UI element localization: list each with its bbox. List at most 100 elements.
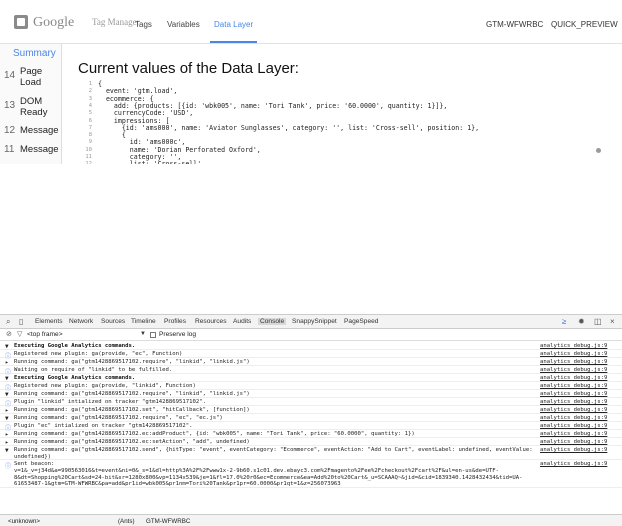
frame-selector[interactable]: <top frame>: [27, 331, 63, 338]
sidebar-item-message[interactable]: 12 Message: [0, 125, 62, 139]
gtm-top-bar: Google Tag Manager Tags Variables Data L…: [0, 0, 622, 44]
source-link[interactable]: analytics_debug.js:9: [540, 399, 607, 405]
quick-preview-link[interactable]: QUICK_PREVIEW: [551, 20, 618, 29]
preserve-log-label: Preserve log: [159, 331, 197, 338]
console-row[interactable]: ⓘ Plugin "ec" intialized on tracker "gtm1…: [0, 422, 622, 432]
event-sidebar: Summary 14 Page Load 13 DOM Ready 12 Mes…: [0, 44, 62, 164]
console-row[interactable]: ▼ Executing Google Analytics commands. ana…: [0, 342, 622, 350]
console-row[interactable]: ▸ Running command: ga("gtm1428869517102.e…: [0, 438, 622, 446]
sidebar-item-summary[interactable]: Summary: [13, 48, 56, 59]
product-name: Tag Manager: [92, 17, 140, 27]
console-message: Executing Google Analytics commands.: [14, 343, 136, 349]
console-row[interactable]: ⓘ Waiting on require of "linkid" to be fu…: [0, 366, 622, 376]
source-link[interactable]: analytics_debug.js:9: [540, 461, 607, 467]
console-message: Running command: ga("gtm1428869517102.ec…: [14, 431, 415, 437]
expand-arrow-icon[interactable]: ▼: [5, 415, 9, 422]
tab-sources[interactable]: Sources: [101, 318, 125, 325]
event-number: 14: [4, 70, 16, 81]
tab-timeline[interactable]: Timeline: [131, 318, 156, 325]
source-link[interactable]: analytics_debug.js:9: [540, 423, 607, 429]
console-message: Running command: ga("gtm1428869517102.se…: [14, 447, 533, 460]
tab-variables[interactable]: Variables: [167, 20, 200, 29]
tab-pagespeed[interactable]: PageSpeed: [344, 318, 378, 325]
console-filter-bar: ⊘ ▽ <top frame> ▼ Preserve log: [0, 329, 622, 341]
expand-arrow-icon[interactable]: ▼: [5, 447, 9, 454]
sidebar-item-dom-ready[interactable]: 13 DOM Ready: [0, 96, 62, 120]
expand-arrow-icon[interactable]: ▸: [5, 439, 9, 446]
tab-profiles[interactable]: Profiles: [164, 318, 186, 325]
expand-arrow-icon[interactable]: ▸: [5, 431, 9, 438]
source-link[interactable]: analytics_debug.js:9: [540, 391, 607, 397]
console-message: Sent beacon:: [14, 461, 55, 467]
device-mode-icon[interactable]: ▯: [19, 317, 23, 326]
tab-data-layer[interactable]: Data Layer: [209, 20, 258, 43]
line-number: 12: [82, 160, 92, 164]
source-link[interactable]: analytics_debug.js:9: [540, 439, 607, 445]
console-row[interactable]: ▸ Running command: ga("gtm1428869517102.e…: [0, 430, 622, 438]
tab-network[interactable]: Network: [69, 318, 93, 325]
code-text: {id: 'ams000', name: 'Aviator Sunglasses…: [98, 123, 480, 132]
console-row[interactable]: ⓘ Sent beacon: v=1&_v=j34d&a=990563016&t=e…: [0, 460, 622, 488]
tab-snappysnippet[interactable]: SnappySnippet: [292, 318, 337, 325]
console-row[interactable]: ▸ Running command: ga("gtm1428869517102.s…: [0, 406, 622, 414]
gtm-preview-panel: Google Tag Manager Tags Variables Data L…: [0, 0, 622, 164]
source-link[interactable]: analytics_debug.js:9: [540, 351, 607, 357]
expand-arrow-icon[interactable]: ▼: [5, 375, 9, 382]
console-row[interactable]: ▼ Executing Google Analytics commands. ana…: [0, 374, 622, 382]
source-link[interactable]: analytics_debug.js:9: [540, 383, 607, 389]
console-row[interactable]: ⓘ Registered new plugin: ga(provide, "ec"…: [0, 350, 622, 360]
context-selector[interactable]: <unknown>: [8, 518, 40, 525]
console-row[interactable]: ▸ Running command: ga("gtm1428869517102.r…: [0, 358, 622, 366]
brand-name: Google: [33, 15, 75, 30]
console-row[interactable]: ▼ Running command: ga("gtm1428869517102.r…: [0, 390, 622, 398]
console-row[interactable]: ▼ Running command: ga("gtm1428869517102.s…: [0, 446, 622, 460]
source-link[interactable]: analytics_debug.js:9: [540, 343, 607, 349]
code-text: list: 'Cross-sell',: [98, 160, 205, 164]
event-label: DOM Ready: [20, 96, 48, 118]
tag-manager-logo-icon: [14, 15, 28, 29]
expand-arrow-icon[interactable]: ▸: [5, 407, 9, 414]
close-icon[interactable]: ×: [610, 317, 615, 326]
container-id-link[interactable]: GTM-WFWRBC: [486, 20, 543, 29]
tab-resources[interactable]: Resources: [195, 318, 227, 325]
expand-arrow-icon[interactable]: ▸: [5, 359, 9, 366]
inspect-icon[interactable]: ⌕: [6, 317, 10, 327]
console-message: Waiting on require of "linkid" to be ful…: [14, 367, 173, 373]
console-message: Executing Google Analytics commands.: [14, 375, 136, 381]
dock-side-icon[interactable]: ◫: [594, 317, 602, 326]
console-message: Registered new plugin: ga(provide, "ec",…: [14, 351, 183, 357]
sidebar-item-message[interactable]: 11 Message: [0, 144, 62, 158]
expand-arrow-icon[interactable]: ▼: [5, 391, 9, 398]
event-label: Message: [20, 144, 59, 155]
filter-icon[interactable]: ▽: [17, 330, 22, 338]
console-row[interactable]: ▼ Running command: ga("gtm1428869517102.r…: [0, 414, 622, 422]
console-row[interactable]: ⓘ Registered new plugin: ga(provide, "lin…: [0, 382, 622, 392]
tab-console[interactable]: Console: [258, 318, 287, 325]
clear-console-icon[interactable]: ⊘: [6, 330, 12, 338]
console-output: ▼ Executing Google Analytics commands. ana…: [0, 342, 622, 514]
source-link[interactable]: analytics_debug.js:9: [540, 431, 607, 437]
source-link[interactable]: analytics_debug.js:9: [540, 359, 607, 365]
chevron-down-icon[interactable]: ▼: [140, 331, 146, 337]
devtools-toolbar: ⌕ ▯ Elements Network Sources Timeline Pr…: [0, 315, 622, 329]
scroll-indicator-icon[interactable]: [596, 148, 601, 153]
source-link[interactable]: analytics_debug.js:9: [540, 447, 607, 453]
event-label: Message: [20, 125, 59, 136]
source-link[interactable]: analytics_debug.js:9: [540, 375, 607, 381]
status-label: (Ants): [118, 518, 135, 525]
console-row[interactable]: ⓘ Plugin "linkid" intialized on tracker "…: [0, 398, 622, 408]
tab-elements[interactable]: Elements: [35, 318, 63, 325]
sidebar-item-page-load[interactable]: 14 Page Load: [0, 66, 62, 90]
preserve-log-checkbox[interactable]: [150, 332, 156, 338]
tab-tags[interactable]: Tags: [135, 20, 152, 29]
console-drawer-icon[interactable]: ≥: [562, 317, 566, 326]
devtools-panel: ⌕ ▯ Elements Network Sources Timeline Pr…: [0, 314, 622, 526]
source-link[interactable]: analytics_debug.js:9: [540, 367, 607, 373]
settings-gear-icon[interactable]: ✹: [578, 317, 585, 326]
tab-audits[interactable]: Audits: [233, 318, 251, 325]
expand-arrow-icon[interactable]: ▼: [5, 343, 9, 350]
source-link[interactable]: analytics_debug.js:9: [540, 407, 607, 413]
event-number: 11: [4, 144, 15, 155]
data-layer-code-view: 1{2 event: 'gtm.load', 3 ecommerce: {4 ad…: [82, 80, 602, 164]
source-link[interactable]: analytics_debug.js:9: [540, 415, 607, 421]
